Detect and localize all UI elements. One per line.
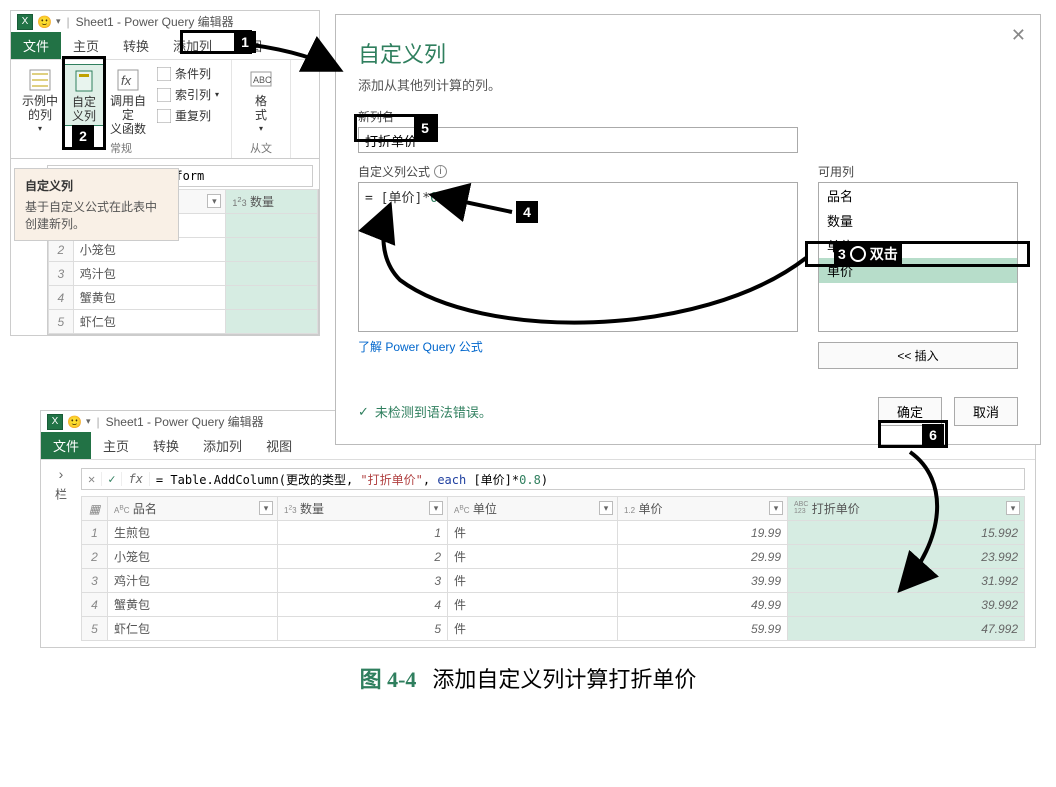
check-icon: ✓ [358, 404, 369, 420]
svg-text:fx: fx [121, 73, 132, 88]
window-title: Sheet1 - Power Query 编辑器 [76, 13, 234, 30]
cancel-formula-icon[interactable]: ✕ [82, 472, 102, 486]
format-button[interactable]: ABC 格式▾ [240, 64, 282, 138]
invoke-custom-function-button[interactable]: fx 调用自定义函数 [107, 64, 149, 138]
qat-dropdown-icon[interactable]: ▾ [56, 16, 61, 27]
annotation-badge-6: 6 [922, 424, 944, 446]
index-icon [157, 88, 171, 102]
ribbon-content: 示例中的列▾ 自定义列 fx 调用自定义函数 条件列 索引列▾ 重复列 常规 [11, 60, 319, 159]
annotation-badge-5: 5 [414, 117, 436, 139]
tooltip-body: 基于自定义公式在此表中创建新列。 [25, 198, 168, 232]
annotation-badge-2: 2 [72, 125, 94, 147]
custom-formula-input[interactable]: = [单价]*0.8 [358, 182, 798, 332]
column-from-examples-button[interactable]: 示例中的列▾ [19, 64, 61, 138]
col-filter-icon[interactable]: ▾ [599, 501, 613, 515]
index-column-button[interactable]: 索引列▾ [153, 85, 223, 104]
learn-pq-formula-link[interactable]: 了解 Power Query 公式 [358, 338, 483, 355]
table-row[interactable]: 1生煎包1件19.9915.992 [82, 521, 1025, 545]
table-row[interactable]: 4蟹黄包 [49, 286, 318, 310]
ribbon-group-text: ABC 格式▾ 从文 [232, 60, 291, 158]
group-text-label: 从文 [250, 140, 272, 156]
conditional-icon [157, 67, 171, 81]
tab-transform[interactable]: 转换 [111, 32, 161, 59]
format-icon: ABC [249, 66, 273, 94]
tab-add-column[interactable]: 添加列 [161, 32, 224, 59]
tab-addcol-b[interactable]: 添加列 [191, 432, 254, 459]
formula-text-bottom[interactable]: = Table.AddColumn(更改的类型, "打折单价", each [单… [150, 471, 554, 488]
table-row[interactable]: 2小笼包 [49, 238, 318, 262]
left-rail-bottom: › 栏 [41, 460, 81, 647]
cancel-button[interactable]: 取消 [954, 397, 1018, 426]
custom-column-tooltip: 自定义列 基于自定义公式在此表中创建新列。 [14, 168, 179, 241]
dialog-close-icon[interactable]: ✕ [1011, 25, 1026, 46]
avail-cols-label: 可用列 [818, 163, 1018, 180]
tab-file-b[interactable]: 文件 [41, 432, 91, 459]
title-bar-top: X 🙂 ▾ | Sheet1 - Power Query 编辑器 [11, 11, 319, 32]
tab-home[interactable]: 主页 [61, 32, 111, 59]
custom-column-dialog: ✕ 自定义列 添加从其他列计算的列。 新列名 自定义列公式i = [单价]*0.… [335, 14, 1041, 445]
tab-transform-b[interactable]: 转换 [141, 432, 191, 459]
ok-button[interactable]: 确定 [878, 397, 942, 426]
accept-formula-icon[interactable]: ✓ [102, 472, 122, 486]
group-general-label: 常规 [110, 140, 132, 156]
tab-home-b[interactable]: 主页 [91, 432, 141, 459]
bottom-pq-window: X 🙂 ▾ | Sheet1 - Power Query 编辑器 文件 主页 转… [40, 410, 1036, 648]
annotation-badge-4: 4 [516, 201, 538, 223]
custom-column-icon [72, 67, 96, 95]
table-row[interactable]: 3鸡汁包 [49, 262, 318, 286]
formula-bar-bottom: ✕ ✓ fx = Table.AddColumn(更改的类型, "打折单价", … [81, 468, 1025, 490]
syntax-status: ✓ 未检测到语法错误。 [358, 402, 492, 421]
table-row[interactable]: 5虾仁包5件59.9947.992 [82, 617, 1025, 641]
tab-view-b[interactable]: 视图 [254, 432, 304, 459]
col-filter-icon[interactable]: ▾ [207, 194, 221, 208]
qat-dropdown-icon[interactable]: ▾ [86, 416, 91, 427]
ribbon-group-general: 示例中的列▾ 自定义列 fx 调用自定义函数 条件列 索引列▾ 重复列 常规 [11, 60, 232, 158]
tooltip-title: 自定义列 [25, 177, 168, 194]
figure-text: 添加自定义列计算打折单价 [432, 667, 696, 692]
smiley-icon: 🙂 [37, 15, 52, 29]
figure-number: 图 4-4 [360, 667, 417, 692]
col-filter-icon[interactable]: ▾ [769, 501, 783, 515]
col-filter-icon[interactable]: ▾ [259, 501, 273, 515]
duplicate-icon [157, 109, 171, 123]
smiley-icon: 🙂 [67, 415, 82, 429]
formula-label: 自定义列公式i [358, 163, 798, 180]
excel-logo-icon: X [17, 14, 33, 30]
excel-logo-icon: X [47, 414, 63, 430]
examples-icon [28, 66, 52, 94]
tab-file[interactable]: 文件 [11, 32, 61, 59]
figure-caption: 图 4-4 添加自定义列计算打折单价 [10, 662, 1046, 694]
annotation-badge-3: 3双击 [834, 243, 902, 265]
col-filter-icon[interactable]: ▾ [1006, 501, 1020, 515]
conditional-column-button[interactable]: 条件列 [153, 64, 223, 83]
window-title-bottom: Sheet1 - Power Query 编辑器 [106, 413, 264, 430]
duplicate-column-button[interactable]: 重复列 [153, 106, 223, 125]
table-row[interactable]: 2小笼包2件29.9923.992 [82, 545, 1025, 569]
double-click-icon [850, 246, 866, 262]
queries-vertical-label-b: 栏 [53, 488, 70, 500]
expand-queries-icon-b[interactable]: › [59, 466, 64, 482]
invoke-fn-icon: fx [116, 66, 140, 94]
avail-col-item[interactable]: 数量 [819, 208, 1017, 233]
col-filter-icon[interactable]: ▾ [429, 501, 443, 515]
avail-col-item[interactable]: 品名 [819, 183, 1017, 208]
annotation-badge-1: 1 [234, 31, 256, 53]
table-row[interactable]: 5虾仁包 [49, 310, 318, 334]
new-col-label: 新列名 [358, 108, 1018, 125]
info-icon[interactable]: i [434, 165, 447, 178]
custom-column-button[interactable]: 自定义列 [63, 64, 105, 126]
table-row[interactable]: 3鸡汁包3件39.9931.992 [82, 569, 1025, 593]
bottom-data-grid[interactable]: ▦ ABC 品名▾ 123 数量▾ ABC 单位▾ 1.2 单价▾ ABC123… [81, 496, 1025, 641]
insert-column-button[interactable]: << 插入 [818, 342, 1018, 369]
fx-icon-b: fx [122, 472, 149, 486]
ribbon-tabs-top: 文件 主页 转换 添加列 视图 [11, 32, 319, 60]
table-row[interactable]: 4蟹黄包4件49.9939.992 [82, 593, 1025, 617]
dialog-subtitle: 添加从其他列计算的列。 [358, 75, 1018, 94]
svg-text:ABC: ABC [253, 75, 272, 85]
dialog-title: 自定义列 [358, 37, 1018, 69]
table-icon-b[interactable]: ▦ [89, 502, 100, 516]
